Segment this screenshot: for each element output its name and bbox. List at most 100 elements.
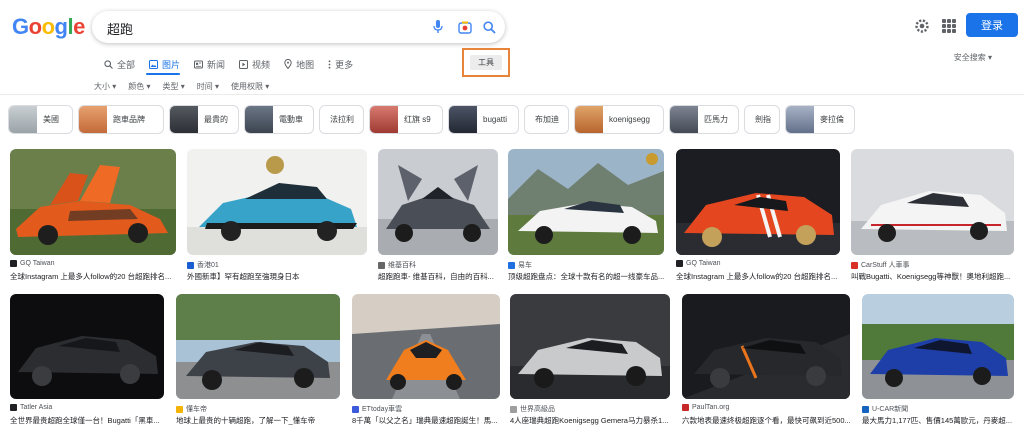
favicon — [187, 261, 194, 269]
chip-thumbnail — [370, 106, 398, 133]
result-caption[interactable]: 最大馬力1,177匹、售價145萬歐元，丹麥超... — [862, 415, 1014, 426]
favicon — [676, 260, 683, 267]
tab-maps[interactable]: 地图 — [284, 56, 314, 72]
apps-grid-icon[interactable] — [942, 19, 956, 33]
result-caption[interactable]: 4人座瑞典超跑Koenigsegg Gemera马力暴杀1... — [510, 415, 670, 426]
result-source[interactable]: Tatler Asia — [10, 404, 52, 411]
tab-label: 全部 — [117, 59, 136, 70]
chip[interactable]: 最貴的 — [169, 105, 239, 134]
favicon — [378, 261, 385, 269]
search-box[interactable]: 超跑 — [92, 11, 505, 43]
result-source[interactable]: GQ Taiwan — [10, 260, 55, 267]
search-input[interactable]: 超跑 — [107, 19, 133, 38]
search-icon[interactable] — [481, 19, 497, 35]
result-source[interactable]: 维基百科 — [378, 260, 416, 270]
login-button[interactable]: 登录 — [966, 13, 1018, 37]
chip-thumbnail — [170, 106, 198, 133]
chip-thumbnail — [9, 106, 37, 133]
result-thumbnail[interactable] — [352, 294, 500, 399]
result-thumbnail[interactable] — [10, 294, 164, 399]
location-pin-icon — [284, 59, 292, 69]
result-caption[interactable]: 六款地表最速终极超跑逐个看，最快可飙到近500... — [682, 415, 850, 426]
chip[interactable]: 红旗 s9 — [369, 105, 443, 134]
chip[interactable]: 劍指 — [744, 105, 780, 134]
chip-label: koenigsegg — [609, 115, 650, 124]
result-caption[interactable]: 地球上最贵的十辆超跑，了解一下_懂车帝 — [176, 415, 340, 426]
result-thumbnail[interactable] — [378, 149, 498, 255]
chip[interactable]: 美國 — [8, 105, 73, 134]
divider — [0, 94, 1024, 95]
result-source[interactable]: GQ Taiwan — [676, 260, 721, 267]
chip-thumbnail — [575, 106, 603, 133]
result-thumbnail[interactable] — [682, 294, 850, 399]
result-source[interactable]: 世界高級品 — [510, 404, 555, 414]
result-caption[interactable]: 全世界最贵超跑全球僅一台！Bugatti「黑車... — [10, 415, 164, 426]
tab-videos[interactable]: 视频 — [239, 56, 270, 72]
result-caption[interactable]: 外國新車】罕有超跑至強現身日本 — [187, 271, 367, 282]
gear-icon[interactable] — [914, 18, 930, 34]
tab-more[interactable]: 更多 — [328, 56, 353, 72]
chip[interactable]: 法拉利 — [319, 105, 364, 134]
chip-label: 匹馬力 — [704, 115, 728, 124]
result-caption[interactable]: 叫戰Bugatti、Koenigsegg等神獸！奧地利超跑... — [851, 271, 1014, 282]
result-source[interactable]: ETtoday車雲 — [352, 404, 402, 414]
favicon — [10, 260, 17, 267]
source-name: ETtoday車雲 — [362, 406, 403, 413]
tab-label: 更多 — [335, 59, 354, 70]
chip[interactable]: 電動車 — [244, 105, 314, 134]
chip[interactable]: bugatti — [448, 105, 519, 134]
tab-news[interactable]: 新闻 — [194, 56, 225, 72]
filter-color[interactable]: 颜色 ▾ — [128, 81, 150, 92]
result-thumbnail[interactable] — [187, 149, 367, 255]
result-source[interactable]: PaulTan.org — [682, 404, 729, 411]
chip[interactable]: koenigsegg — [574, 105, 664, 134]
google-logo[interactable]: Google — [12, 14, 85, 40]
source-name: GQ Taiwan — [20, 260, 55, 267]
tab-all[interactable]: 全部 — [104, 56, 135, 72]
tab-label: 新闻 — [207, 59, 226, 70]
favicon — [510, 405, 517, 413]
chip-thumbnail — [79, 106, 107, 133]
chip[interactable]: 布加迪 — [524, 105, 569, 134]
source-name: U-CAR新聞 — [872, 406, 909, 413]
result-thumbnail[interactable] — [508, 149, 664, 255]
chip-thumbnail — [449, 106, 477, 133]
camera-lens-icon[interactable] — [457, 19, 473, 35]
filter-time[interactable]: 时间 ▾ — [197, 81, 219, 92]
result-thumbnail[interactable] — [676, 149, 840, 255]
source-name: 香港01 — [197, 262, 219, 269]
result-thumbnail[interactable] — [510, 294, 670, 399]
more-vertical-icon — [328, 59, 331, 69]
tools-button[interactable]: 工具 — [470, 55, 502, 70]
result-source[interactable]: U-CAR新聞 — [862, 404, 908, 414]
filter-type[interactable]: 类型 ▾ — [163, 81, 185, 92]
result-source[interactable]: 懂车帝 — [176, 404, 207, 414]
safe-search-dropdown[interactable]: 安全搜索 ▾ — [954, 52, 992, 63]
favicon — [851, 261, 858, 269]
chip-label: 布加迪 — [535, 115, 559, 124]
result-caption[interactable]: 顶级超跑盘点：全球十款有名的超一线豪车品... — [508, 271, 664, 282]
chip[interactable]: 匹馬力 — [669, 105, 739, 134]
chip[interactable]: 麥拉倫 — [785, 105, 855, 134]
tab-images[interactable]: 图片 — [149, 56, 180, 72]
filter-size[interactable]: 大小 ▾ — [94, 81, 116, 92]
chip-label: 最貴的 — [204, 115, 228, 124]
result-source[interactable]: 易车 — [508, 260, 532, 270]
filter-usage-rights[interactable]: 使用权限 ▾ — [231, 81, 269, 92]
result-source[interactable]: CarStuff 人車事 — [851, 260, 910, 270]
result-thumbnail[interactable] — [176, 294, 340, 399]
favicon — [352, 405, 359, 413]
favicon — [508, 261, 515, 269]
chip[interactable]: 跑車品牌 — [78, 105, 164, 134]
result-thumbnail[interactable] — [862, 294, 1014, 399]
search-tabs: 全部 图片 新闻 视频 地图 更多 — [104, 56, 353, 74]
result-caption[interactable]: 全球Instagram 上最多人follow的20 台超跑排名... — [676, 271, 840, 282]
result-source[interactable]: 香港01 — [187, 260, 219, 270]
chip-label: 法拉利 — [330, 115, 354, 124]
result-caption[interactable]: 8千萬「以父之名」瑞典最速超跑誕生！馬... — [352, 415, 500, 426]
result-caption[interactable]: 超跑跑車- 维基百科，自由的百科... — [378, 271, 498, 282]
result-thumbnail[interactable] — [10, 149, 176, 255]
result-caption[interactable]: 全球Instagram 上最多人follow的20 台超跑排名... — [10, 271, 176, 282]
microphone-icon[interactable] — [430, 19, 446, 35]
result-thumbnail[interactable] — [851, 149, 1014, 255]
